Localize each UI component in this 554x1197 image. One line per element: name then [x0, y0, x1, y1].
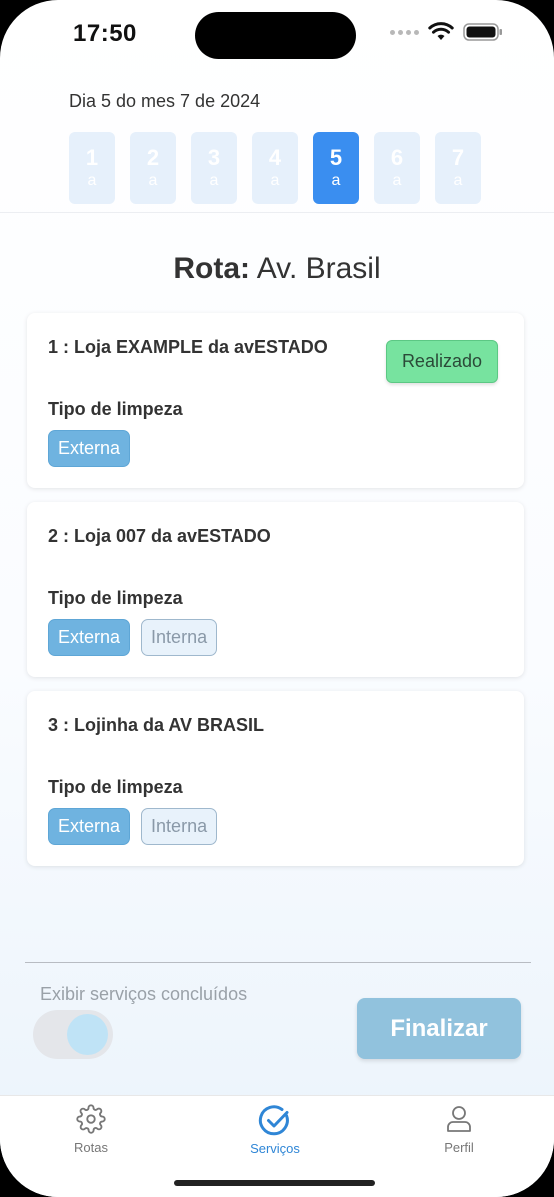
day-weekday: a: [270, 172, 280, 189]
show-completed-label: Exibir serviços concluídos: [40, 984, 248, 1004]
header-divider: [0, 212, 554, 213]
battery-icon: [463, 23, 502, 41]
service-title: 1 : Loja EXAMPLE da avESTADO: [48, 337, 328, 357]
check-circle-icon: [258, 1105, 289, 1136]
bottom-divider: [25, 962, 531, 963]
date-label: Dia 5 do mes 7 de 2024: [69, 91, 261, 111]
dynamic-island: [195, 12, 356, 59]
day-weekday: a: [209, 172, 219, 189]
status-indicators: [390, 22, 503, 42]
day-button-3[interactable]: 3a: [191, 132, 237, 204]
phone-screen: 17:50 Dia 5 do mes 7 de 2024 1a 2a 3a 4a…: [0, 0, 554, 1197]
day-button-4[interactable]: 4a: [252, 132, 298, 204]
gear-icon: [76, 1104, 106, 1134]
service-title: 2 : Loja 007 da avESTADO: [48, 526, 271, 546]
show-completed-toggle[interactable]: [33, 1010, 113, 1059]
day-weekday: a: [87, 172, 97, 189]
user-icon: [447, 1106, 471, 1132]
day-number: 7: [451, 145, 465, 170]
chip-externa[interactable]: Externa: [48, 808, 131, 845]
day-button-1[interactable]: 1a: [69, 132, 115, 204]
day-number: 1: [85, 145, 99, 170]
wifi-icon: [428, 22, 454, 40]
day-weekday: a: [453, 172, 463, 189]
chip-externa[interactable]: Externa: [48, 430, 131, 467]
route-title-prefix: Rota:: [173, 252, 251, 285]
tab-label: Serviços: [250, 1141, 300, 1156]
finish-button[interactable]: Finalizar: [357, 998, 521, 1059]
home-indicator: [174, 1180, 375, 1186]
day-number: 2: [146, 145, 160, 170]
signal-dots-icon: [390, 29, 419, 35]
route-title-name: Av. Brasil: [256, 252, 381, 285]
service-title: 3 : Lojinha da AV BRASIL: [48, 715, 265, 735]
cleaning-type-label: Tipo de limpeza: [48, 399, 183, 419]
day-weekday: a: [392, 172, 402, 189]
cleaning-type-label: Tipo de limpeza: [48, 588, 183, 608]
day-selector: 1a 2a 3a 4a 5a 6a 7a: [69, 132, 481, 204]
day-button-6[interactable]: 6a: [374, 132, 420, 204]
tab-rotas[interactable]: Rotas: [31, 1104, 151, 1155]
status-badge-done: Realizado: [385, 340, 498, 383]
tab-servicos[interactable]: Serviços: [215, 1104, 335, 1156]
service-card[interactable]: 1 : Loja EXAMPLE da avESTADO Realizado T…: [27, 313, 524, 488]
toggle-knob: [67, 1014, 108, 1055]
day-weekday: a: [148, 172, 158, 189]
day-number: 6: [390, 145, 404, 170]
tab-label: Rotas: [74, 1140, 108, 1155]
cleaning-type-chips: Externa: [48, 430, 131, 467]
cleaning-type-chips: Externa Interna: [48, 808, 218, 845]
day-weekday: a: [331, 172, 341, 189]
service-card[interactable]: 2 : Loja 007 da avESTADO Tipo de limpeza…: [27, 502, 524, 677]
cleaning-type-label: Tipo de limpeza: [48, 777, 183, 797]
day-button-5[interactable]: 5a: [313, 132, 359, 204]
status-time: 17:50: [73, 20, 137, 47]
service-card[interactable]: 3 : Lojinha da AV BRASIL Tipo de limpeza…: [27, 691, 524, 866]
chip-interna[interactable]: Interna: [141, 808, 218, 845]
cleaning-type-chips: Externa Interna: [48, 619, 218, 656]
day-button-2[interactable]: 2a: [130, 132, 176, 204]
day-number: 3: [207, 145, 221, 170]
chip-externa[interactable]: Externa: [48, 619, 131, 656]
route-title: Rota: Av. Brasil: [0, 252, 554, 286]
tab-perfil[interactable]: Perfil: [399, 1104, 519, 1155]
tab-label: Perfil: [444, 1140, 474, 1155]
day-number: 4: [268, 145, 282, 170]
chip-interna[interactable]: Interna: [141, 619, 218, 656]
day-button-7[interactable]: 7a: [435, 132, 481, 204]
day-number: 5: [329, 145, 343, 170]
